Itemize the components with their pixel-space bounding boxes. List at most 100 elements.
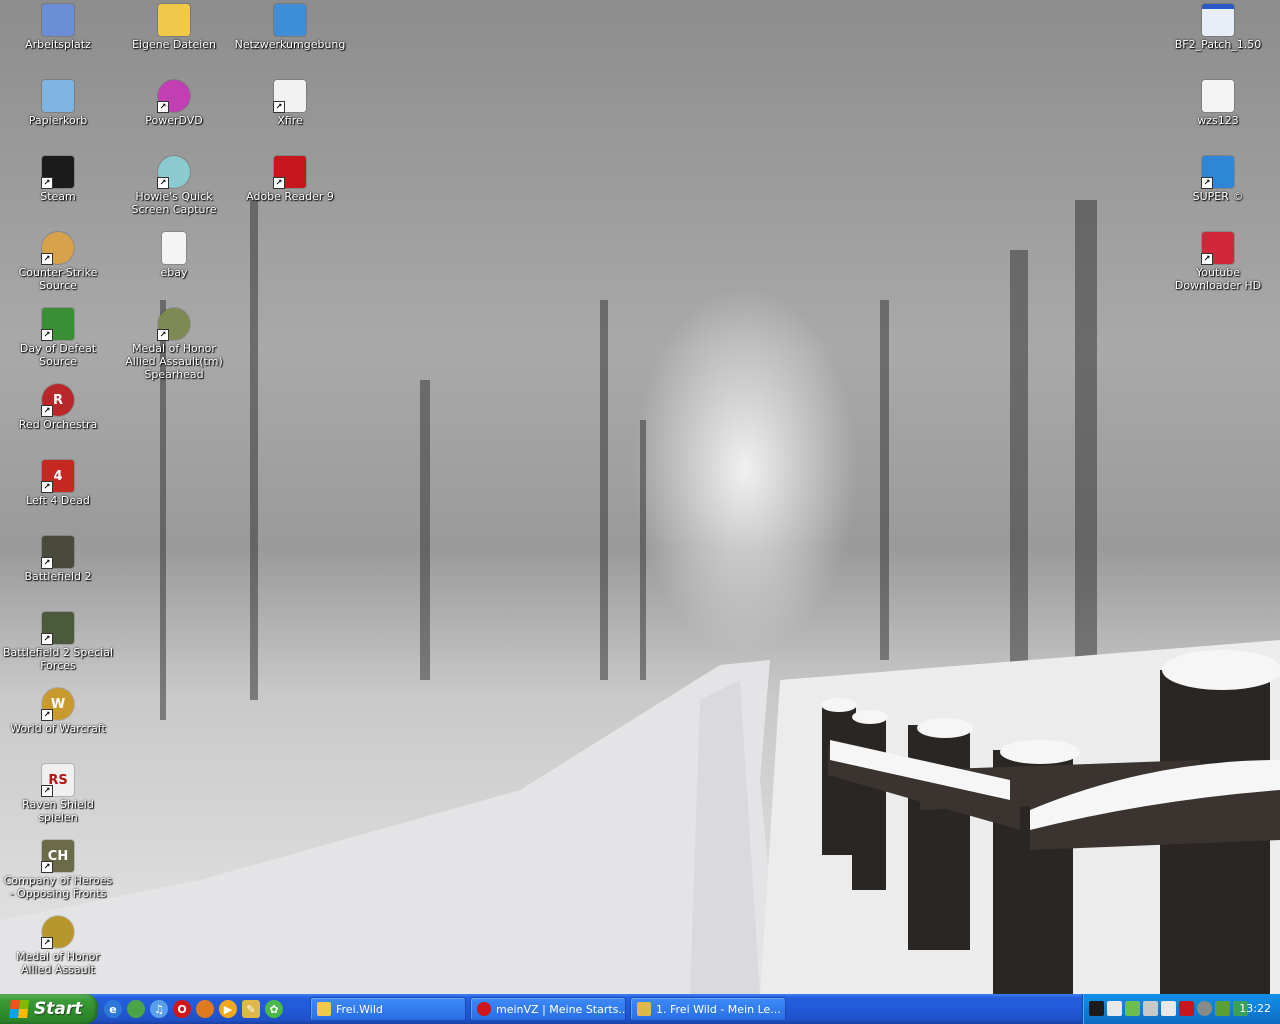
shortcut-arrow-icon: ↗ <box>41 177 53 189</box>
desktop-icon-netzwerkumgebung[interactable]: Netzwerkumgebung <box>232 2 348 74</box>
taskbar: Start e ♫ O ▶ ✎ ✿ Frei.Wild meinVZ | Mei… <box>0 994 1280 1024</box>
desktop-icon-label: Howie's Quick Screen Capture <box>131 190 217 216</box>
power-tray-icon[interactable] <box>1197 1001 1212 1016</box>
shortcut-arrow-icon: ↗ <box>41 253 53 265</box>
shortcut-arrow-icon: ↗ <box>273 101 285 113</box>
taskbar-button-frei-wild-mein-leben[interactable]: 1. Frei Wild - Mein Le... <box>630 997 786 1021</box>
shortcut-arrow-icon: ↗ <box>273 177 285 189</box>
world-of-warcraft-icon: W ↗ <box>41 688 74 721</box>
adobe-reader-icon: ↗ <box>273 156 306 189</box>
start-label: Start <box>34 999 83 1019</box>
shortcut-arrow-icon: ↗ <box>41 481 53 493</box>
tool-tray-icon[interactable] <box>1143 1001 1158 1016</box>
desktop-icon-eigene-dateien[interactable]: Eigene Dateien <box>116 2 232 74</box>
network-places-icon <box>274 4 306 36</box>
counter-strike-icon: ↗ <box>41 232 74 265</box>
desktop-icon-moh-spearhead[interactable]: ↗ Medal of Honor Allied Assault(tm) Spea… <box>116 306 232 381</box>
pencil-icon <box>637 1002 651 1016</box>
desktop-icon-red-orchestra[interactable]: R ↗ Red Orchestra <box>0 382 116 454</box>
desktop-icon-label: Medal of Honor Allied Assault(tm) Spearh… <box>125 342 223 381</box>
taskbar-button-meinvz[interactable]: meinVZ | Meine Starts... <box>470 997 626 1021</box>
steam-icon: ↗ <box>41 156 74 189</box>
company-of-heroes-icon: CH ↗ <box>41 840 74 873</box>
desktop-icon-company-of-heroes[interactable]: CH ↗ Company of Heroes - Opposing Fronts <box>0 838 116 910</box>
application-window-icon <box>1202 4 1234 36</box>
desktop-icon-label: Steam <box>40 190 76 203</box>
desktop-icon-medal-of-honor[interactable]: ↗ Medal of Honor Allied Assault <box>0 914 116 986</box>
desktop-icon-ebay[interactable]: ebay <box>116 230 232 302</box>
tray-icons <box>1089 1001 1248 1016</box>
pencil-icon[interactable]: ✎ <box>242 1000 260 1018</box>
shortcut-arrow-icon: ↗ <box>1201 253 1213 265</box>
shortcut-arrow-icon: ↗ <box>41 557 53 569</box>
desktop-icon-xfire[interactable]: ↗ Xfire <box>232 78 348 150</box>
desktop-icon-day-of-defeat-source[interactable]: ↗ Day of Defeat Source <box>0 306 116 378</box>
xfire-tray-icon[interactable] <box>1107 1001 1122 1016</box>
folder-icon <box>317 1002 331 1016</box>
desktop-icon-steam[interactable]: ↗ Steam <box>0 154 116 226</box>
network-tray-icon[interactable] <box>1125 1001 1140 1016</box>
start-button[interactable]: Start <box>0 994 98 1024</box>
desktop-icon-wzs123[interactable]: wzs123 <box>1160 78 1276 150</box>
desktop-icon-battlefield-2-special-forces[interactable]: ↗ Battlefield 2 Special Forces <box>0 610 116 682</box>
camera-capture-icon: ↗ <box>157 156 190 189</box>
desktop-icon-super[interactable]: ↗ SUPER © <box>1160 154 1276 226</box>
task-label: 1. Frei Wild - Mein Le... <box>656 1002 781 1016</box>
icq-flower-icon[interactable]: ✿ <box>265 1000 283 1018</box>
shortcut-arrow-icon: ↗ <box>41 785 53 797</box>
desktop-icon-bf2-patch[interactable]: BF2_Patch_1.50 <box>1160 2 1276 74</box>
windows-flag-icon <box>9 1000 29 1018</box>
my-computer-icon <box>42 4 74 36</box>
desktop-icon-label: Netzwerkumgebung <box>234 38 346 51</box>
super-media-icon: ↗ <box>1201 156 1234 189</box>
shortcut-arrow-icon: ↗ <box>157 101 169 113</box>
desktop-icon-label: Eigene Dateien <box>131 38 217 51</box>
desktop-icon-howies-quick-screen-capture[interactable]: ↗ Howie's Quick Screen Capture <box>116 154 232 226</box>
desktop-icon-label: Raven Shield spielen <box>22 798 94 824</box>
text-document-icon <box>162 232 186 264</box>
itunes-icon[interactable]: ♫ <box>150 1000 168 1018</box>
desktop-icon-left-4-dead[interactable]: 4 ↗ Left 4 Dead <box>0 458 116 530</box>
hardware-tray-icon[interactable] <box>1215 1001 1230 1016</box>
messenger-icon[interactable] <box>127 1000 145 1018</box>
wzs-file-icon <box>1202 80 1234 112</box>
raven-shield-icon: RS ↗ <box>41 764 74 797</box>
desktop-icon-label: wzs123 <box>1197 114 1239 127</box>
desktop-icon-adobe-reader-9[interactable]: ↗ Adobe Reader 9 <box>232 154 348 226</box>
my-documents-folder-icon <box>158 4 190 36</box>
desktop-icon-label: Arbeitsplatz <box>25 38 91 51</box>
red-orchestra-icon: R ↗ <box>41 384 74 417</box>
desktop-icon-battlefield-2[interactable]: ↗ Battlefield 2 <box>0 534 116 606</box>
left-4-dead-number: 4 <box>53 468 63 484</box>
quick-launch-bar: e ♫ O ▶ ✎ ✿ <box>104 1000 283 1018</box>
shortcut-arrow-icon: ↗ <box>41 937 53 949</box>
desktop-icon-youtube-downloader-hd[interactable]: ↗ Youtube Downloader HD <box>1160 230 1276 302</box>
desktop-icon-world-of-warcraft[interactable]: W ↗ World of Warcraft <box>0 686 116 758</box>
desktop-icon-label: World of Warcraft <box>10 722 106 735</box>
desktop-icon-label: Medal of Honor Allied Assault <box>16 950 100 976</box>
recycle-bin-icon <box>42 80 74 112</box>
desktop-icon-arbeitsplatz[interactable]: Arbeitsplatz <box>0 2 116 74</box>
desktop-icon-label: Adobe Reader 9 <box>246 190 334 203</box>
firefox-icon[interactable] <box>196 1000 214 1018</box>
desktop-icon-powerdvd[interactable]: ↗ PowerDVD <box>116 78 232 150</box>
shortcut-arrow-icon: ↗ <box>157 329 169 341</box>
desktop-icon-label: Papierkorb <box>28 114 88 127</box>
desktop-icon-papierkorb[interactable]: Papierkorb <box>0 78 116 150</box>
steam-tray-icon[interactable] <box>1089 1001 1104 1016</box>
shortcut-arrow-icon: ↗ <box>41 405 53 417</box>
opera-icon[interactable]: O <box>173 1000 191 1018</box>
media-player-icon[interactable]: ▶ <box>219 1000 237 1018</box>
taskbar-button-frei-wild-folder[interactable]: Frei.Wild <box>310 997 466 1021</box>
system-tray: 13:22 <box>1082 994 1280 1024</box>
desktop-icon-raven-shield[interactable]: RS ↗ Raven Shield spielen <box>0 762 116 834</box>
shortcut-arrow-icon: ↗ <box>41 861 53 873</box>
desktop-icon-counter-strike-source[interactable]: ↗ Counter-Strike Source <box>0 230 116 302</box>
desktop-icon-label: Company of Heroes - Opposing Fronts <box>3 874 113 900</box>
internet-explorer-icon[interactable]: e <box>104 1000 122 1018</box>
clock[interactable]: 13:22 <box>1239 1002 1271 1015</box>
desktop-icon-label: PowerDVD <box>145 114 203 127</box>
adobe-tray-icon[interactable] <box>1179 1001 1194 1016</box>
battlefield-2-icon: ↗ <box>41 536 74 569</box>
sound-tray-icon[interactable] <box>1161 1001 1176 1016</box>
